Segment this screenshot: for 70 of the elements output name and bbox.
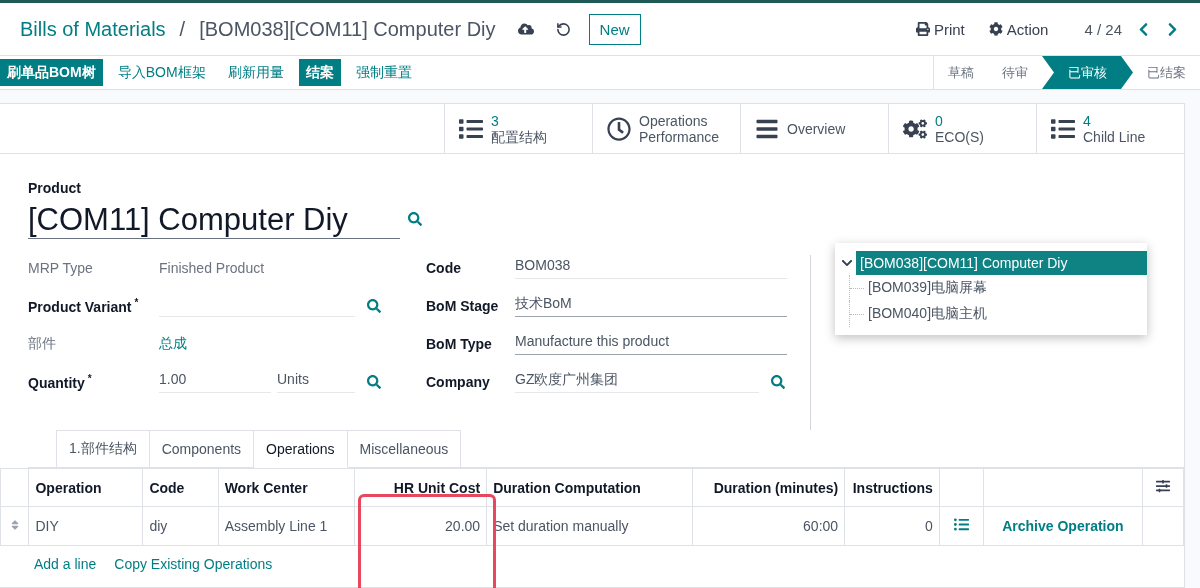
field-label: BoM Type xyxy=(426,336,493,352)
print-button[interactable]: Print xyxy=(915,20,965,38)
field-value: Finished Product xyxy=(159,260,265,276)
table-cell: 0 xyxy=(844,506,940,546)
list-icon xyxy=(459,116,483,141)
select-field[interactable]: 技术BoM xyxy=(515,295,787,317)
list-icon[interactable] xyxy=(953,517,969,532)
field-label: 部件 xyxy=(28,335,57,353)
field-label: Quantity $^{*}$ xyxy=(28,373,93,391)
unit-field[interactable]: Units xyxy=(277,371,355,393)
search-icon[interactable] xyxy=(367,375,381,389)
column-header[interactable]: Operation xyxy=(28,468,143,507)
toolbar-button[interactable]: 导入BOM框架 xyxy=(110,59,213,86)
settings-icon[interactable] xyxy=(1156,479,1171,493)
table-cell: Assembly Line 1 xyxy=(218,506,355,546)
table-cell: DIY xyxy=(28,506,143,546)
column-header[interactable]: Work Center xyxy=(218,468,355,507)
column-header[interactable]: Duration (minutes) xyxy=(692,468,845,507)
breadcrumb-link[interactable]: Bills of Materials xyxy=(20,17,166,41)
toolbar-button[interactable]: 结案 xyxy=(298,59,341,86)
column-header[interactable]: Duration Computation xyxy=(486,468,693,507)
caret-down-icon[interactable] xyxy=(841,257,853,269)
field-link[interactable]: 总成 xyxy=(159,335,187,353)
status-step[interactable]: 待审 xyxy=(988,56,1042,89)
table-link[interactable]: Copy Existing Operations xyxy=(114,556,273,572)
action-button[interactable]: Action xyxy=(988,20,1049,38)
input-field[interactable]: 1.00 xyxy=(159,371,271,393)
list-icon xyxy=(1051,116,1075,141)
pager: 4 / 24 xyxy=(1084,20,1122,38)
tree-item[interactable]: [BOM038][COM11] Computer Diy xyxy=(856,251,1147,275)
input-field[interactable]: GZ欧度广州集团 xyxy=(515,371,759,393)
field-label: Code xyxy=(426,260,462,276)
tree-item[interactable]: [BOM040]电脑主机 xyxy=(864,301,1147,327)
table-cell: 60:00 xyxy=(692,506,845,546)
input-field[interactable]: BOM038 xyxy=(515,257,787,279)
gears-icon xyxy=(903,116,927,141)
toolbar-button[interactable]: 刷新用量 xyxy=(220,59,291,86)
search-icon[interactable] xyxy=(771,375,785,389)
select-field[interactable]: Manufacture this product xyxy=(515,333,787,355)
status-step[interactable]: 已结案 xyxy=(1133,56,1200,89)
tab[interactable]: 1.部件结构 xyxy=(56,430,150,468)
tab[interactable]: Components xyxy=(149,430,255,468)
toolbar-button[interactable]: 刷单品BOM树 xyxy=(0,59,103,86)
breadcrumb-separator: / xyxy=(179,17,186,41)
record-title: [BOM038][COM11] Computer Diy xyxy=(199,17,496,41)
table-cell: 20.00 xyxy=(354,506,487,546)
product-name-field[interactable]: [COM11] Computer Diy xyxy=(28,198,400,239)
table-link[interactable]: Add a line xyxy=(34,556,97,572)
clock-icon xyxy=(607,116,631,141)
tab[interactable]: Operations xyxy=(254,430,348,468)
field-label: Company xyxy=(426,374,491,390)
cloud-upload-icon[interactable] xyxy=(517,21,534,37)
field-label: Product xyxy=(28,180,82,196)
tab[interactable]: Miscellaneous xyxy=(347,430,462,468)
undo-icon[interactable] xyxy=(555,21,571,37)
toolbar-button[interactable]: 强制重置 xyxy=(348,59,419,86)
new-button[interactable]: New xyxy=(588,13,641,45)
field-label: MRP Type xyxy=(28,260,94,276)
column-header[interactable]: Code xyxy=(142,468,219,507)
status-step[interactable]: 已审核 xyxy=(1042,56,1133,89)
column-header[interactable]: Instructions xyxy=(844,468,940,507)
search-icon[interactable] xyxy=(408,211,422,226)
printer-icon xyxy=(915,22,930,36)
field-label: BoM Stage xyxy=(426,298,500,314)
status-step[interactable]: 草稿 xyxy=(934,56,988,89)
gear-icon xyxy=(988,22,1003,36)
table-cell: diy xyxy=(142,506,219,546)
tree-item[interactable]: [BOM039]电脑屏幕 xyxy=(864,275,1147,301)
search-icon[interactable] xyxy=(367,299,381,313)
field-label: Product Variant $^{*}$ xyxy=(28,297,140,315)
